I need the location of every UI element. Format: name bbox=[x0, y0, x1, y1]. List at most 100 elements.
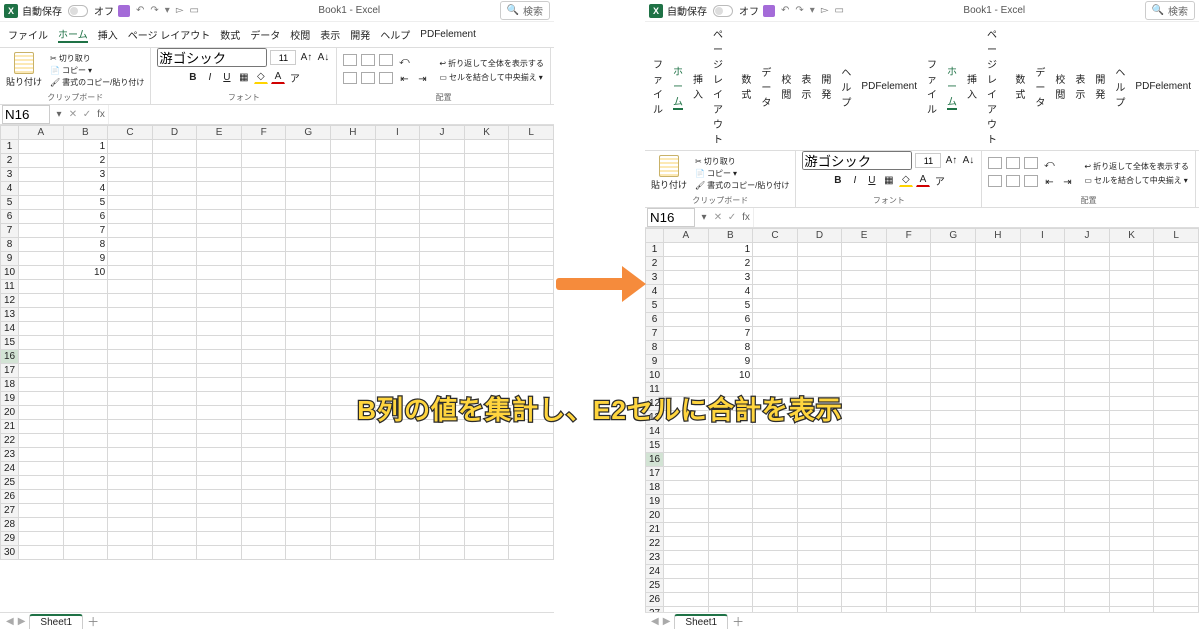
cell-E12[interactable] bbox=[197, 294, 242, 308]
row-header[interactable]: 26 bbox=[1, 490, 19, 504]
cell-F23[interactable] bbox=[886, 551, 931, 565]
cell-F6[interactable] bbox=[886, 313, 931, 327]
cell-K18[interactable] bbox=[1109, 481, 1154, 495]
cell-D16[interactable] bbox=[152, 350, 197, 364]
cell-B30[interactable] bbox=[63, 546, 108, 560]
cell-I10[interactable] bbox=[1020, 369, 1065, 383]
col-header-H[interactable]: H bbox=[331, 126, 376, 140]
row-header[interactable]: 17 bbox=[1, 364, 19, 378]
cell-D20[interactable] bbox=[797, 509, 842, 523]
row-header[interactable]: 20 bbox=[646, 509, 664, 523]
cell-J3[interactable] bbox=[1065, 271, 1110, 285]
col-header-A[interactable]: A bbox=[664, 229, 709, 243]
cell-K8[interactable] bbox=[464, 238, 509, 252]
cell-D1[interactable] bbox=[152, 140, 197, 154]
cell-L24[interactable] bbox=[509, 462, 554, 476]
cell-A12[interactable] bbox=[19, 294, 64, 308]
tab-データ[interactable]: データ bbox=[250, 27, 280, 42]
cell-C23[interactable] bbox=[108, 448, 153, 462]
cell-H22[interactable] bbox=[331, 434, 376, 448]
cell-I24[interactable] bbox=[375, 462, 420, 476]
cell-G23[interactable] bbox=[286, 448, 331, 462]
underline-button[interactable]: U bbox=[220, 70, 234, 84]
cut-button[interactable]: 切り取り bbox=[50, 53, 144, 64]
row-header[interactable]: 3 bbox=[646, 271, 664, 285]
cell-J22[interactable] bbox=[420, 434, 465, 448]
cell-A19[interactable] bbox=[664, 495, 709, 509]
cell-F14[interactable] bbox=[241, 322, 286, 336]
cell-K5[interactable] bbox=[1109, 299, 1154, 313]
cell-B19[interactable] bbox=[708, 495, 753, 509]
cell-B23[interactable] bbox=[708, 551, 753, 565]
cell-A26[interactable] bbox=[664, 593, 709, 607]
cell-C23[interactable] bbox=[753, 551, 798, 565]
cell-J10[interactable] bbox=[420, 266, 465, 280]
row-header[interactable]: 11 bbox=[1, 280, 19, 294]
align-right-icon[interactable] bbox=[379, 72, 393, 84]
tab-ファイル[interactable]: ファイル bbox=[8, 27, 48, 42]
cell-C16[interactable] bbox=[108, 350, 153, 364]
cell-H8[interactable] bbox=[331, 238, 376, 252]
cell-G15[interactable] bbox=[286, 336, 331, 350]
row-header[interactable]: 14 bbox=[1, 322, 19, 336]
row-header[interactable]: 8 bbox=[1, 238, 19, 252]
cell-G9[interactable] bbox=[931, 355, 976, 369]
cell-C6[interactable] bbox=[753, 313, 798, 327]
cell-H27[interactable] bbox=[976, 607, 1021, 613]
cell-H8[interactable] bbox=[976, 341, 1021, 355]
cell-I8[interactable] bbox=[375, 238, 420, 252]
sheet-nav-next-icon[interactable]: ▶ bbox=[18, 616, 26, 627]
add-sheet-button[interactable]: ＋ bbox=[732, 613, 744, 630]
cell-K14[interactable] bbox=[464, 322, 509, 336]
cell-I24[interactable] bbox=[1020, 565, 1065, 579]
cell-J2[interactable] bbox=[420, 154, 465, 168]
cell-L5[interactable] bbox=[509, 196, 554, 210]
row-header[interactable]: 24 bbox=[646, 565, 664, 579]
cell-J2[interactable] bbox=[1065, 257, 1110, 271]
cell-B1[interactable]: 1 bbox=[708, 243, 753, 257]
cell-B29[interactable] bbox=[63, 532, 108, 546]
row-header[interactable]: 21 bbox=[646, 523, 664, 537]
autosave-toggle[interactable] bbox=[713, 5, 733, 17]
cell-C3[interactable] bbox=[753, 271, 798, 285]
row-header[interactable]: 7 bbox=[646, 327, 664, 341]
cell-A2[interactable] bbox=[664, 257, 709, 271]
cell-B26[interactable] bbox=[63, 490, 108, 504]
cell-G17[interactable] bbox=[286, 364, 331, 378]
cell-L2[interactable] bbox=[1154, 257, 1199, 271]
cell-F22[interactable] bbox=[886, 537, 931, 551]
cell-A24[interactable] bbox=[664, 565, 709, 579]
border-button[interactable]: ▦ bbox=[237, 70, 251, 84]
cell-D10[interactable] bbox=[152, 266, 197, 280]
sheet-nav-prev-icon[interactable]: ◀ bbox=[651, 616, 659, 627]
cell-B6[interactable]: 6 bbox=[63, 210, 108, 224]
col-header-D[interactable]: D bbox=[152, 126, 197, 140]
cell-F16[interactable] bbox=[241, 350, 286, 364]
align-top-icon[interactable] bbox=[988, 157, 1002, 169]
cell-B2[interactable]: 2 bbox=[63, 154, 108, 168]
cell-B15[interactable] bbox=[708, 439, 753, 453]
cell-D27[interactable] bbox=[152, 504, 197, 518]
cell-G8[interactable] bbox=[931, 341, 976, 355]
cell-D13[interactable] bbox=[152, 308, 197, 322]
cell-E10[interactable] bbox=[842, 369, 887, 383]
row-header[interactable]: 2 bbox=[646, 257, 664, 271]
cell-D7[interactable] bbox=[797, 327, 842, 341]
tab-ホーム[interactable]: ホーム bbox=[947, 63, 957, 110]
cell-A25[interactable] bbox=[664, 579, 709, 593]
cell-L8[interactable] bbox=[1154, 341, 1199, 355]
cell-L27[interactable] bbox=[509, 504, 554, 518]
tab-挿入[interactable]: 挿入 bbox=[693, 71, 703, 101]
cell-H5[interactable] bbox=[331, 196, 376, 210]
sheet-nav-next-icon[interactable]: ▶ bbox=[663, 616, 671, 627]
cell-F24[interactable] bbox=[886, 565, 931, 579]
cell-B2[interactable]: 2 bbox=[708, 257, 753, 271]
cell-L28[interactable] bbox=[509, 518, 554, 532]
cell-J20[interactable] bbox=[1065, 509, 1110, 523]
cell-D17[interactable] bbox=[797, 467, 842, 481]
tab-挿入[interactable]: 挿入 bbox=[98, 27, 118, 42]
cell-E2[interactable] bbox=[197, 154, 242, 168]
cell-I16[interactable] bbox=[375, 350, 420, 364]
cell-H26[interactable] bbox=[331, 490, 376, 504]
cell-H16[interactable] bbox=[331, 350, 376, 364]
